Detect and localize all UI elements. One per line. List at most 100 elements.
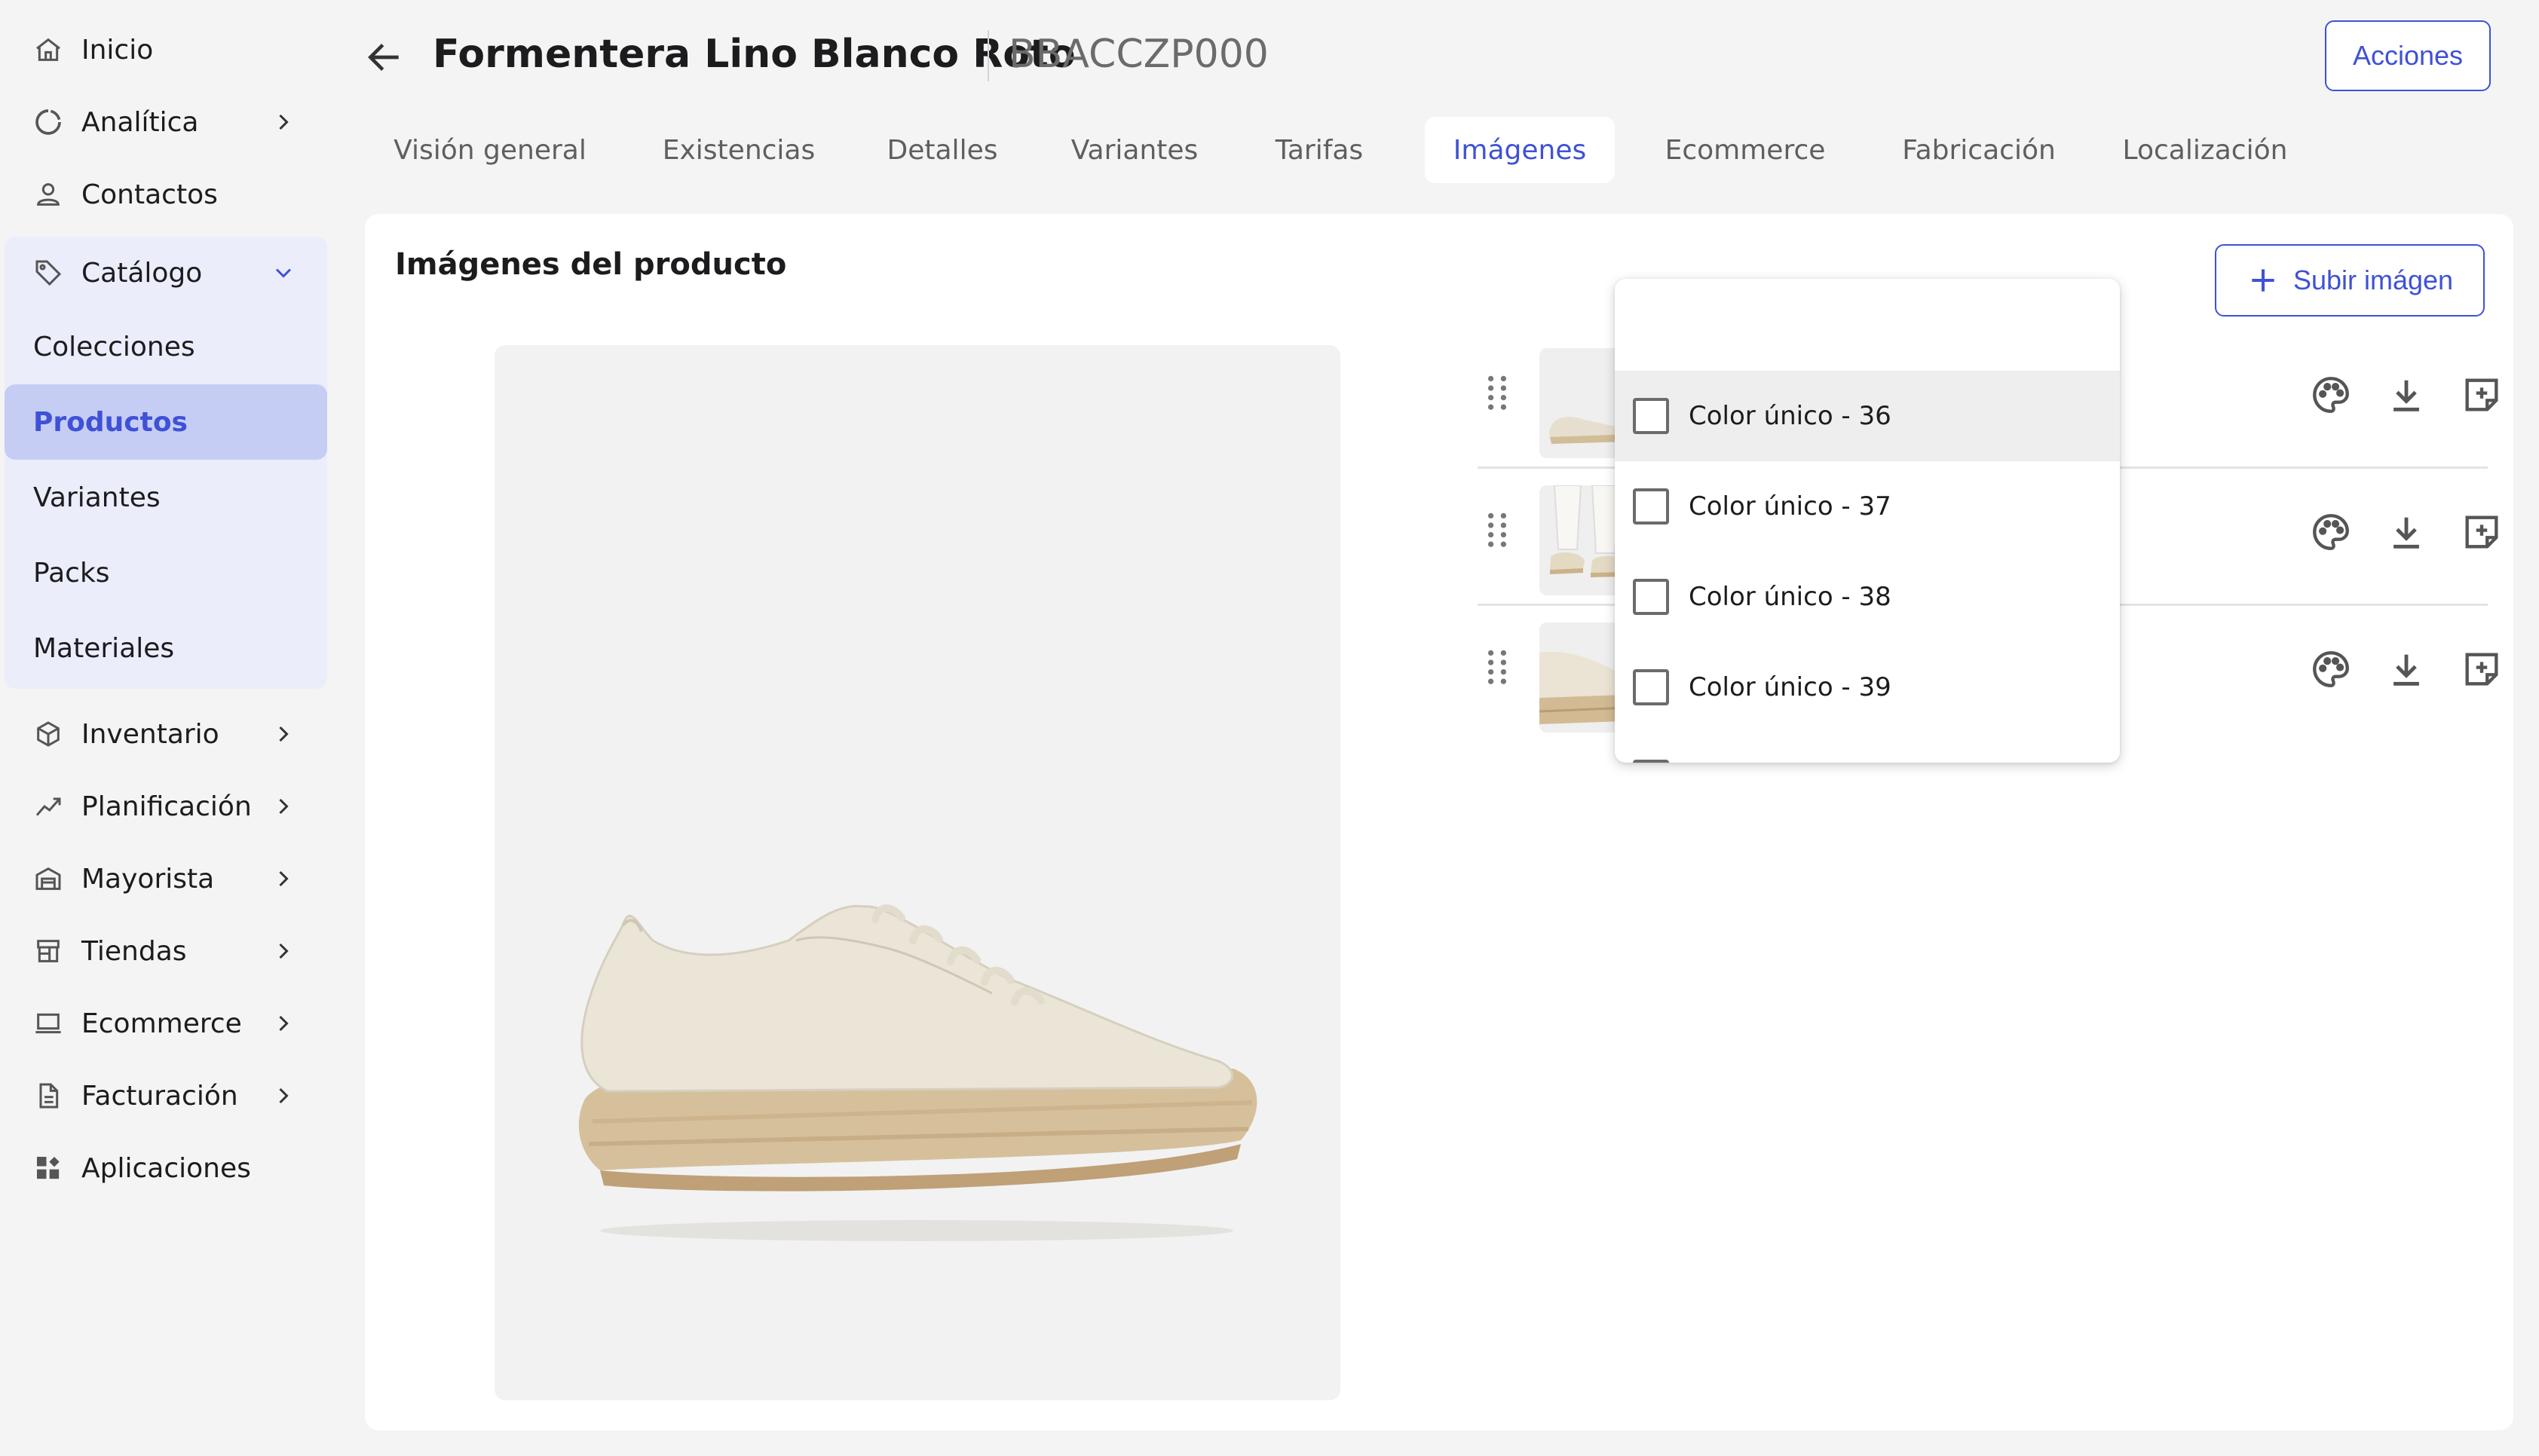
back-arrow-icon[interactable] [363,36,406,78]
add-note-icon[interactable] [2459,372,2504,418]
invoice-icon [33,1081,63,1111]
variant-option-label: Color único - 38 [1689,582,1891,612]
tab-imagenes[interactable]: Imágenes [1425,117,1615,183]
sidebar-item-ecommerce[interactable]: Ecommerce [0,987,339,1060]
sidebar-item-label: Analítica [81,106,199,138]
sidebar-item-label: Facturación [81,1080,238,1112]
sidebar-item-planificacion[interactable]: Planificación [0,770,339,843]
chevron-right-icon [279,1015,289,1032]
tab-existencias[interactable]: Existencias [641,117,837,183]
chevron-right-icon [279,798,289,815]
download-icon[interactable] [2384,647,2429,692]
palette-icon[interactable] [2308,372,2354,418]
chevron-right-icon [279,1087,289,1104]
variant-option-label: Color único - 36 [1689,401,1891,431]
palette-icon[interactable] [2308,509,2354,555]
variant-option[interactable]: Color único - 39 [1615,642,2120,733]
sidebar-item-label: Contactos [81,179,218,210]
chevron-right-icon [279,943,289,959]
sidebar: Inicio Analítica Contactos Catálogo Cole… [0,0,339,1456]
warehouse-icon [33,864,63,894]
tab-ecommerce[interactable]: Ecommerce [1643,117,1847,183]
actions-button[interactable]: Acciones [2325,20,2491,91]
sidebar-item-facturacion[interactable]: Facturación [0,1060,339,1132]
checkbox[interactable] [1633,488,1669,525]
variant-option[interactable]: Color único - 37 [1615,461,2120,552]
sidebar-item-tiendas[interactable]: Tiendas [0,915,339,987]
chevron-down-icon [275,268,292,278]
sidebar-item-label: Inicio [81,34,154,66]
trash-icon[interactable] [2534,647,2539,692]
sidebar-item-contactos[interactable]: Contactos [0,158,339,231]
variant-option[interactable]: Color único - 36 [1615,371,2120,461]
sidebar-item-label: Catálogo [81,257,203,289]
espadrille-shoe-image [495,345,1340,1400]
sidebar-item-mayorista[interactable]: Mayorista [0,843,339,915]
catalog-group: Catálogo Colecciones Productos Variantes… [5,237,327,689]
laptop-icon [33,1008,63,1038]
variant-option[interactable]: Color único - 38 [1615,552,2120,642]
upload-image-button[interactable]: Subir imágen [2215,244,2485,317]
section-title: Imágenes del producto [395,247,787,282]
sidebar-item-label: Tiendas [81,935,187,967]
plus-icon [2252,269,2274,292]
sidebar-item-inicio[interactable]: Inicio [0,14,339,86]
variant-option-label: Color único - 39 [1689,672,1891,702]
sidebar-subitem-productos[interactable]: Productos [5,384,327,460]
page-title: Formentera Lino Blanco Roto [433,32,1076,77]
drag-handle-icon[interactable] [1484,509,1511,552]
tab-vision-general[interactable]: Visión general [369,117,611,183]
drag-handle-icon[interactable] [1484,647,1511,689]
trash-icon[interactable] [2534,509,2539,555]
checkbox[interactable] [1633,579,1669,615]
chevron-right-icon [279,870,289,887]
palette-icon[interactable] [2308,647,2354,692]
sidebar-subitem-packs[interactable]: Packs [5,535,327,610]
chevron-right-icon [279,726,289,742]
sidebar-subitem-materiales[interactable]: Materiales [5,610,327,686]
add-note-icon[interactable] [2459,509,2504,555]
product-sku: BBACCZP000 [1009,32,1269,77]
checkbox[interactable] [1633,669,1669,705]
tab-detalles[interactable]: Detalles [867,117,1018,183]
trash-icon[interactable] [2534,372,2539,418]
download-icon[interactable] [2384,372,2429,418]
person-icon [33,179,63,210]
variant-option-partial[interactable] [1615,733,2120,763]
upload-image-label: Subir imágen [2292,265,2454,295]
sidebar-subitem-variantes[interactable]: Variantes [5,460,327,535]
tab-localizacion[interactable]: Localización [2111,117,2299,183]
main-image-preview [495,345,1340,1400]
home-icon [33,35,63,65]
drag-handle-icon[interactable] [1484,372,1511,414]
sidebar-item-inventario[interactable]: Inventario [0,698,339,770]
add-note-icon[interactable] [2459,647,2504,692]
sidebar-item-label: Aplicaciones [81,1152,251,1184]
apps-icon [33,1153,63,1183]
sidebar-item-analitica[interactable]: Analítica [0,86,339,158]
sidebar-item-label: Ecommerce [81,1008,242,1039]
store-icon [33,936,63,966]
analytics-icon [33,107,63,137]
sidebar-item-aplicaciones[interactable]: Aplicaciones [0,1132,339,1204]
sidebar-item-catalogo[interactable]: Catálogo [5,237,327,309]
chevron-right-icon [279,114,289,130]
sidebar-item-label: Mayorista [81,863,215,895]
tab-bar: Visión general Existencias Detalles Vari… [369,117,2329,183]
tab-fabricacion[interactable]: Fabricación [1877,117,2081,183]
sidebar-item-label: Planificación [81,791,252,822]
tab-variantes[interactable]: Variantes [1048,117,1221,183]
trend-icon [33,791,63,821]
checkbox[interactable] [1633,398,1669,434]
product-images-card: Imágenes del producto Subir imágen [365,214,2513,1430]
variant-select-dropdown: Color único - 36 Color único - 37 Color … [1615,279,2120,763]
sidebar-item-label: Inventario [81,718,219,750]
sidebar-subitem-colecciones[interactable]: Colecciones [5,309,327,384]
download-icon[interactable] [2384,509,2429,555]
checkbox[interactable] [1633,760,1669,763]
box-icon [33,719,63,749]
title-separator [988,30,989,81]
variant-option-label: Color único - 37 [1689,491,1891,522]
tag-icon [33,258,63,288]
tab-tarifas[interactable]: Tarifas [1251,117,1387,183]
